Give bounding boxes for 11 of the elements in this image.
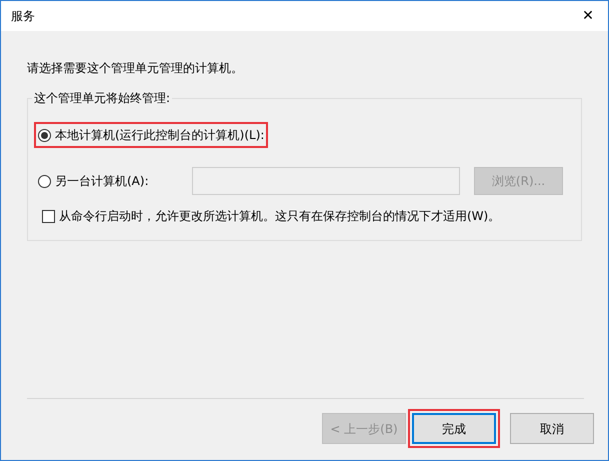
window-title: 服务 [11, 8, 35, 25]
prompt-text: 请选择需要这个管理单元管理的计算机。 [27, 60, 244, 77]
close-button[interactable]: ✕ [576, 4, 600, 28]
radio-option[interactable]: 本地计算机(运行此控制台的计算机)(L): [38, 126, 264, 144]
radio-option[interactable]: 另一台计算机(A): [38, 172, 188, 190]
checkbox-option[interactable]: 从命令行启动时，允许更改所选计算机。这只有在保存控制台的情况下才适用(W)。 [42, 207, 571, 225]
radio-circle[interactable] [38, 128, 51, 142]
dialog-button[interactable]: 取消 [510, 413, 594, 444]
dialog-button[interactable]: 完成 [412, 413, 496, 444]
checkbox-square[interactable] [42, 210, 55, 222]
group-title: 这个管理单元将始终管理: [33, 90, 172, 107]
